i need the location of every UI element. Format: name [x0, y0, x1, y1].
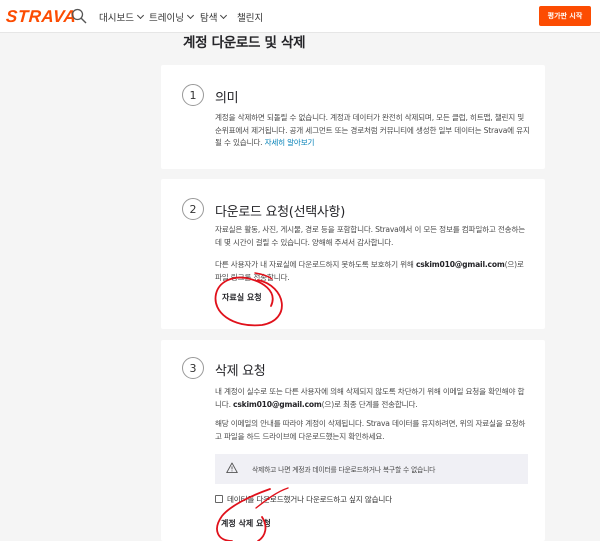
- search-icon[interactable]: [71, 8, 87, 24]
- nav-training-label: 트레이닝: [149, 13, 184, 24]
- step-number-3: 3: [182, 357, 204, 379]
- warning-box: 삭제하고 나면 계정과 데이터를 다운로드하거나 복구할 수 없습니다: [215, 454, 528, 484]
- nav-training[interactable]: 트레이닝: [149, 10, 195, 24]
- top-navigation: STRAVA 대시보드 트레이닝 탐색 챌린지 평가판 시작: [0, 0, 600, 33]
- chevron-down-icon: [220, 11, 228, 20]
- delete-card: 3 삭제 요청 내 계정이 실수로 또는 다른 사용자에 의해 삭제되지 않도록…: [161, 340, 545, 541]
- delete-title: 삭제 요청: [215, 364, 266, 379]
- meaning-title: 의미: [215, 91, 239, 106]
- delete-text: 내 계정이 실수로 또는 다른 사용자에 의해 삭제되지 않도록 차단하기 위해…: [215, 386, 530, 411]
- download-email-pre: 다른 사용자가 내 자료실에 다운로드하지 못하도록 보호하기 위해: [215, 260, 416, 269]
- meaning-text-body: 계정을 삭제하면 되돌릴 수 없습니다. 계정과 데이터가 완전히 삭제되며, …: [215, 113, 530, 147]
- download-card: 2 다운로드 요청(선택사항) 자료실은 활동, 사진, 게시물, 경로 등을 …: [161, 179, 545, 329]
- strava-logo[interactable]: STRAVA: [5, 7, 77, 27]
- request-delete-button[interactable]: 계정 삭제 요청: [221, 518, 271, 529]
- download-email-text: 다른 사용자가 내 자료실에 다운로드하지 못하도록 보호하기 위해 cskim…: [215, 259, 530, 284]
- nav-dashboard-label: 대시보드: [99, 13, 134, 24]
- download-title: 다운로드 요청(선택사항): [215, 205, 345, 220]
- nav-dashboard[interactable]: 대시보드: [99, 10, 145, 24]
- nav-challenges[interactable]: 챌린지: [237, 10, 263, 24]
- learn-more-link[interactable]: 자세히 알아보기: [265, 138, 315, 147]
- download-text: 자료실은 활동, 사진, 게시물, 경로 등을 포함합니다. Strava에서 …: [215, 225, 526, 247]
- confirm-download-checkbox[interactable]: [215, 495, 223, 503]
- nav-explore[interactable]: 탐색: [200, 10, 228, 24]
- warning-triangle-icon: [226, 462, 238, 474]
- nav-challenges-label: 챌린지: [237, 13, 264, 24]
- chevron-down-icon: [186, 11, 195, 20]
- start-trial-button[interactable]: 평가판 시작: [539, 6, 591, 26]
- nav-explore-label: 탐색: [200, 13, 218, 24]
- download-email: cskim010@gmail.com: [415, 260, 505, 269]
- meaning-card: 1 의미 계정을 삭제하면 되돌릴 수 없습니다. 계정과 데이터가 완전히 삭…: [161, 65, 545, 169]
- meaning-text: 계정을 삭제하면 되돌릴 수 없습니다. 계정과 데이터가 완전히 삭제되며, …: [215, 112, 530, 150]
- step-number-1: 1: [182, 84, 204, 106]
- delete-email-post: (으)로 최종 단계를 전송합니다.: [321, 399, 418, 409]
- chevron-down-icon: [136, 11, 145, 20]
- delete-email: cskim010@gmail.com: [233, 399, 322, 409]
- confirm-download-label[interactable]: 데이터를 다운로드했거나 다운로드하고 싶지 않습니다: [227, 494, 392, 505]
- request-archive-button[interactable]: 자료실 요청: [222, 292, 262, 303]
- page-title: 계정 다운로드 및 삭제: [183, 35, 306, 51]
- step-number-2: 2: [182, 198, 204, 220]
- delete-instructions: 해당 이메일의 안내를 따라야 계정이 삭제됩니다. Strava 데이터를 유…: [215, 419, 526, 441]
- warning-text: 삭제하고 나면 계정과 데이터를 다운로드하거나 복구할 수 없습니다: [252, 466, 436, 474]
